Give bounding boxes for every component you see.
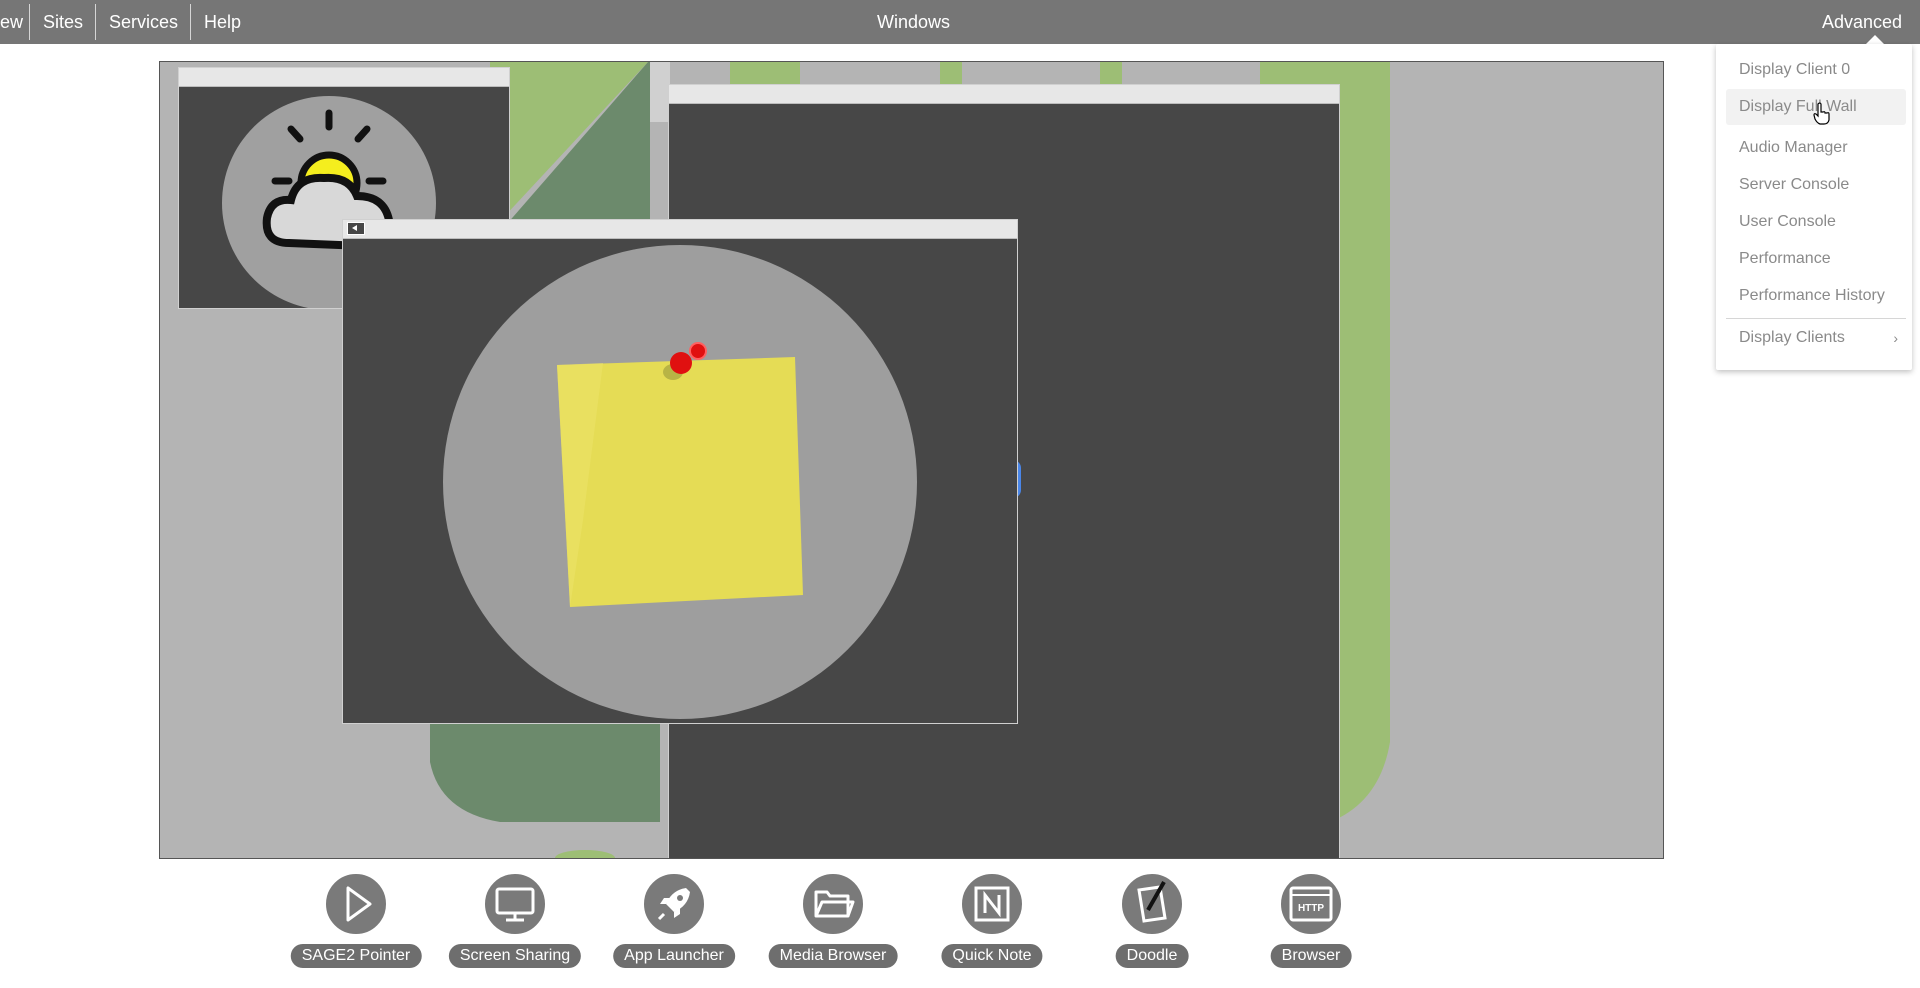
pointer-icon xyxy=(324,872,388,936)
window-title-bar[interactable] xyxy=(669,85,1339,104)
advanced-dropdown-menu: Display Client 0 Display Full Wall Audio… xyxy=(1716,44,1912,370)
svg-text:HTTP: HTTP xyxy=(1298,903,1324,914)
menu-item-audio-manager[interactable]: Audio Manager xyxy=(1716,130,1912,166)
note-icon xyxy=(960,872,1024,936)
menu-item-server-console[interactable]: Server Console xyxy=(1716,167,1912,203)
menu-separator xyxy=(95,4,96,40)
dock-quick-note[interactable]: Quick Note xyxy=(922,872,1062,972)
menu-item-display-clients[interactable]: Display Clients › xyxy=(1716,320,1912,356)
dock-app-launcher[interactable]: App Launcher xyxy=(604,872,744,972)
menu-item-user-console[interactable]: User Console xyxy=(1716,204,1912,240)
dock-label: App Launcher xyxy=(613,944,735,968)
menu-divider xyxy=(1726,318,1906,319)
menu-separator xyxy=(29,4,30,40)
dock-label: Doodle xyxy=(1115,944,1189,968)
menu-services[interactable]: Services xyxy=(109,0,178,44)
rocket-icon xyxy=(642,872,706,936)
dock-screen-sharing[interactable]: Screen Sharing xyxy=(445,872,585,972)
hand-cursor-icon xyxy=(1813,102,1830,125)
menu-view[interactable]: ew xyxy=(0,0,23,44)
doodle-icon xyxy=(1120,872,1184,936)
menu-help[interactable]: Help xyxy=(204,0,241,44)
menu-sites[interactable]: Sites xyxy=(43,0,83,44)
dock-media-browser[interactable]: Media Browser xyxy=(763,872,903,972)
dock-browser[interactable]: HTTP Browser xyxy=(1241,872,1381,972)
dock-label: Browser xyxy=(1270,944,1352,968)
menu-advanced[interactable]: Advanced xyxy=(1822,0,1902,44)
dropdown-caret xyxy=(1866,35,1884,44)
menu-windows[interactable]: Windows xyxy=(877,0,950,44)
dock-sage2-pointer[interactable]: SAGE2 Pointer xyxy=(286,872,426,972)
display-wall[interactable] xyxy=(159,61,1664,859)
top-menu-bar: ew Sites Services Help Windows Advanced xyxy=(0,0,1920,44)
folder-icon xyxy=(801,872,865,936)
sticky-note-icon xyxy=(443,245,917,719)
dock-label: SAGE2 Pointer xyxy=(290,944,422,968)
dock-label: Quick Note xyxy=(941,944,1043,968)
http-icon: HTTP xyxy=(1279,872,1343,936)
monitor-icon xyxy=(483,872,547,936)
menu-separator xyxy=(190,4,191,40)
chevron-right-icon: › xyxy=(1893,330,1898,346)
menu-item-performance-history[interactable]: Performance History xyxy=(1716,278,1912,314)
menu-item-performance[interactable]: Performance xyxy=(1716,241,1912,277)
dock-label: Media Browser xyxy=(768,944,898,968)
dock-label: Screen Sharing xyxy=(448,944,582,968)
menu-item-display-client-0[interactable]: Display Client 0 xyxy=(1716,52,1912,88)
quick-note-app-window[interactable] xyxy=(342,219,1018,724)
menu-item-label: Display Clients xyxy=(1739,329,1845,346)
dock-doodle[interactable]: Doodle xyxy=(1082,872,1222,972)
